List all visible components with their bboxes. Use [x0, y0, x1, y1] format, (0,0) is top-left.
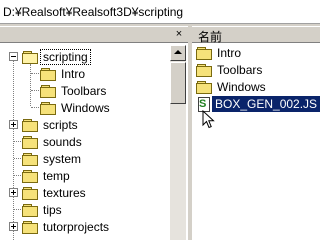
tree-item-system[interactable]: system — [22, 150, 83, 167]
tree-item-scripts[interactable]: scripts — [22, 116, 80, 133]
folder-icon — [22, 186, 38, 200]
column-header-name[interactable]: 名前 — [192, 26, 320, 44]
tree-item-label: Toolbars — [61, 83, 107, 98]
tree-line — [14, 141, 21, 142]
folder-icon — [40, 67, 56, 81]
tree-item-label: tips — [43, 202, 62, 217]
folder-icon — [40, 101, 56, 115]
tree-line — [31, 107, 39, 108]
tree-item-label: temp — [43, 168, 70, 183]
tree-item-scripting[interactable]: scripting — [22, 48, 91, 65]
tree-item-label: textures — [43, 185, 86, 200]
close-icon[interactable]: × — [172, 28, 186, 41]
list-item[interactable]: Intro — [196, 44, 243, 61]
tree-item-tips[interactable]: tips — [22, 201, 64, 218]
tree-line — [14, 209, 21, 210]
address-path: D:¥Realsoft¥Realsoft3D¥scripting — [3, 5, 184, 19]
expand-icon[interactable] — [9, 188, 18, 197]
list-item[interactable]: Toolbars — [196, 61, 264, 78]
tree-item-textures[interactable]: textures — [22, 184, 88, 201]
tree-line — [14, 158, 21, 159]
tree-item-tutorprojects[interactable]: tutorprojects — [22, 218, 111, 235]
folder-icon — [196, 46, 212, 60]
scroll-thumb[interactable] — [170, 62, 186, 104]
list-item[interactable]: Windows — [196, 78, 268, 95]
tree-item-label: tutorprojects — [43, 219, 110, 234]
tree-line — [31, 90, 39, 91]
folder-icon — [196, 63, 212, 77]
vertical-scrollbar[interactable] — [170, 45, 186, 240]
tree-item-label: system — [43, 151, 82, 166]
tree-item-temp[interactable]: temp — [22, 167, 72, 184]
open-folder-icon — [22, 50, 38, 64]
list-item-label: Intro — [217, 45, 242, 60]
tree-line — [13, 52, 14, 240]
folder-icon — [40, 84, 56, 98]
folder-icon — [22, 203, 38, 217]
tree-pane-header: × — [0, 26, 188, 43]
list-item-label: BOX_GEN_002.JS — [210, 94, 320, 113]
folder-icon — [22, 220, 38, 234]
tree-item-label: scripting — [40, 48, 91, 65]
tree-item-sounds[interactable]: sounds — [22, 133, 84, 150]
tree-item-intro[interactable]: Intro — [40, 65, 87, 82]
expand-icon[interactable] — [9, 120, 18, 129]
address-bar[interactable]: D:¥Realsoft¥Realsoft3D¥scripting — [0, 0, 320, 24]
tree-line — [31, 73, 39, 74]
tree-item-windows[interactable]: Windows — [40, 99, 112, 116]
tree-item-label: scripts — [43, 117, 78, 132]
folder-icon — [22, 118, 38, 132]
list-item-label: Windows — [217, 79, 266, 94]
scroll-up-arrow-icon[interactable] — [170, 45, 186, 61]
folder-icon — [22, 152, 38, 166]
folder-icon — [22, 135, 38, 149]
list-item-label: Toolbars — [217, 62, 263, 77]
tree-item-toolbars[interactable]: Toolbars — [40, 82, 108, 99]
tree-line — [14, 175, 21, 176]
file-list-pane[interactable]: 名前 Intro Toolbars Windows S BOX_GEN_002.… — [192, 26, 320, 240]
tree-item-label: Intro — [61, 66, 86, 81]
collapse-icon[interactable] — [9, 52, 18, 61]
folder-icon — [196, 80, 212, 94]
folder-tree-pane[interactable]: × scripting Intro Toolbars Windows scrip… — [0, 26, 188, 240]
mouse-pointer-icon — [202, 110, 215, 129]
folder-icon — [22, 169, 38, 183]
tree-line — [30, 64, 31, 106]
tree-item-label: Windows — [61, 100, 110, 115]
expand-icon[interactable] — [9, 222, 18, 231]
tree-item-label: sounds — [43, 134, 82, 149]
